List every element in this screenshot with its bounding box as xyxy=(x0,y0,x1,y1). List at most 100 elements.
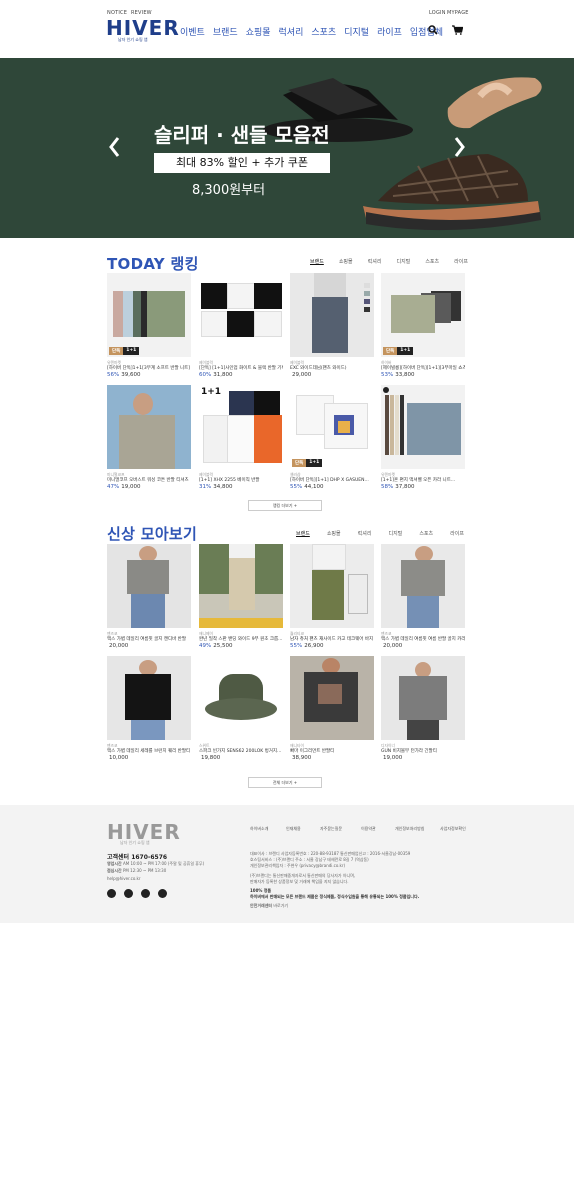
newarrivals-more-button[interactable]: 전체 더보기 + xyxy=(248,777,322,788)
mypage-link[interactable]: MYPAGE xyxy=(447,10,469,16)
product-price: 10,000 xyxy=(109,755,129,761)
product-thumb: 1+1 xyxy=(199,385,283,469)
new-tab-sports[interactable]: 스포츠 xyxy=(419,530,433,537)
product-name: [하이버 단독]1+1[3무계 소프트 반팔 니트] xyxy=(107,366,191,371)
hero-price: 8,300원부터 xyxy=(192,183,266,198)
product-name: 빠마 이그리먼트 반팔티 xyxy=(290,749,335,754)
ranking-more-button[interactable]: 랭킹 더보기 + xyxy=(248,500,322,511)
product-card[interactable]: 단독 1+1 하이버 [제이빌릉][하이버 단독][1+1][3부마일 쇼츠] 5… xyxy=(381,273,465,378)
ranking-tab-life[interactable]: 라이프 xyxy=(454,258,468,265)
product-card[interactable]: 미니멀코프 미니멀코프 오버스트 워싱 코튼 반팔 티셔츠 47% 19,000 xyxy=(107,385,191,490)
product-card[interactable]: 1+1 제이블럭 [1+1] XHX 2255 베이직 반팔 31% 34,800 xyxy=(199,385,283,490)
product-price: 58% 37,800 xyxy=(381,484,415,490)
footer-link-faq[interactable]: 자주묻는질문 xyxy=(320,826,342,832)
woven-sandal-image xyxy=(363,154,541,231)
ranking-tab-brand[interactable]: 브랜드 xyxy=(310,258,324,265)
new-tab-shoppingmall[interactable]: 쇼핑몰 xyxy=(327,530,341,537)
product-card[interactable]: 애니타이 빠마 이그리먼트 반팔티 38,900 xyxy=(290,656,374,761)
nav-life[interactable]: 라이프 xyxy=(377,25,402,38)
product-card[interactable]: 퀄리티코 남자 츄처 팬츠 재사이드 카고 테크웨어 바지 55% 26,900 xyxy=(290,544,374,649)
hero-banner[interactable]: 슬리퍼 · 샌들 모음전 최대 83% 할인 + 추가 쿠폰 8,300원부터 xyxy=(0,58,574,238)
facebook-icon[interactable] xyxy=(107,889,116,898)
product-card[interactable]: 단독 1+1 셀러샵 [하이버 단독][1+1] DHP X GASUEN... … xyxy=(290,385,374,490)
product-thumb xyxy=(199,544,283,628)
ranking-tabs: 브랜드 쇼핑몰 럭셔리 디지털 스포츠 라이프 xyxy=(310,258,468,265)
product-price: 49% 25,500 xyxy=(199,643,233,649)
nav-shoppingmall[interactable]: 쇼핑몰 xyxy=(246,25,271,38)
product-price: 55% 26,900 xyxy=(290,643,324,649)
kakao-icon[interactable] xyxy=(124,889,133,898)
nav-brand[interactable]: 브랜드 xyxy=(213,25,238,38)
product-card[interactable]: 단독 1+1 유텐마켓 [하이버 단독]1+1[3무계 소프트 반팔 니트] 56… xyxy=(107,273,191,378)
safe-trade-center[interactable]: 안전거래센터 바로가기 xyxy=(250,903,288,909)
product-name: 스파크 빈가지 SENS62 200LOK 벙거지... xyxy=(199,749,282,754)
badge-row: 단독 1+1 xyxy=(292,459,323,467)
prev-arrow-icon[interactable] xyxy=(108,136,120,158)
ranking-tab-shoppingmall[interactable]: 쇼핑몰 xyxy=(339,258,353,265)
product-name: EXC 와이드데님(팬츠 와이드) xyxy=(290,366,347,371)
new-tab-luxury[interactable]: 럭셔리 xyxy=(358,530,372,537)
login-link[interactable]: LOGIN xyxy=(429,10,446,16)
product-card[interactable]: 디자이너 GUN 비지볼부 턴가라 긴팔티 19,000 xyxy=(381,656,465,761)
product-name: [단독] [1+1]사인업 화이트 & 블랙 반팔 기획 xyxy=(199,366,283,371)
product-name: 완년 밀착 스판 밴딩 와이드 9부 원초 크롭... xyxy=(199,637,283,642)
guarantee-text: 하이버에서 판매되는 모든 브랜드 제품은 정식제품, 정식수입원을 통해 유통… xyxy=(250,894,420,899)
instagram-icon[interactable] xyxy=(141,889,150,898)
logo-subtitle: 남자 인기 쇼핑 앱 xyxy=(118,37,148,42)
hours-weekday: 영업시간 AM 10:00 ~ PM 17:00 (주말 및 공휴일 휴무) xyxy=(107,861,205,866)
product-card[interactable]: 유텐마켓 [1+1]흔 편지 맥셔벨 오픈 카라 니트... 58% 37,800 xyxy=(381,385,465,490)
ranking-tab-luxury[interactable]: 럭셔리 xyxy=(368,258,382,265)
nav-sports[interactable]: 스포츠 xyxy=(311,25,336,38)
nav-digital[interactable]: 디지털 xyxy=(344,25,369,38)
product-thumb xyxy=(107,656,191,740)
product-price: 60% 31,800 xyxy=(199,372,233,378)
product-card[interactable]: 스위트 스파크 빈가지 SENS62 200LOK 벙거지... 19,800 xyxy=(199,656,283,761)
product-thumb: 단독 1+1 xyxy=(107,273,191,357)
blog-icon[interactable] xyxy=(158,889,167,898)
product-name: 맥스 가볍 데일리 여름핏 여름 반팔 골지 카라 xyxy=(381,637,465,642)
product-thumb: 단독 1+1 xyxy=(381,273,465,357)
footer-link-terms[interactable]: 이용약관 xyxy=(361,826,376,832)
new-tab-brand[interactable]: 브랜드 xyxy=(296,530,310,537)
product-card[interactable]: 제이블럭 EXC 와이드데님(팬츠 와이드) 29,000 xyxy=(290,273,374,378)
product-card[interactable]: 애니메이 완년 밀착 스판 밴딩 와이드 9부 원초 크롭... 49% 25,5… xyxy=(199,544,283,649)
nav-event[interactable]: 이벤트 xyxy=(180,25,205,38)
hours-lunch: 점심시간 PM 12:30 ~ PM 13:30 xyxy=(107,868,167,873)
product-card[interactable]: 제이블럭 [단독] [1+1]사인업 화이트 & 블랙 반팔 기획 60% 31,… xyxy=(199,273,283,378)
footer-link-about[interactable]: 하이버소개 xyxy=(250,826,268,832)
product-thumb xyxy=(199,656,283,740)
cs-phone: 고객센터 1670-6576 xyxy=(107,854,168,861)
badge-row: 단독 1+1 xyxy=(109,347,140,355)
product-name: 미니멀코프 오버스트 워싱 코튼 반팔 티셔츠 xyxy=(107,478,189,483)
nav-vendors[interactable]: 입점업체 xyxy=(410,25,443,38)
product-price: 38,900 xyxy=(292,755,312,761)
search-icon[interactable] xyxy=(428,25,438,35)
badge-row: 단독 1+1 xyxy=(383,347,414,355)
product-name: 맥스 가볍 데일리 세레를 브런치 퀘리 반팔티 xyxy=(107,749,191,754)
ranking-tab-digital[interactable]: 디지털 xyxy=(396,258,410,265)
footer-link-business-info[interactable]: 사업자정보확인 xyxy=(440,826,466,832)
product-price: 29,000 xyxy=(292,372,312,378)
product-thumb xyxy=(107,544,191,628)
ranking-title: TODAY 랭킹 xyxy=(107,255,199,273)
nav-luxury[interactable]: 럭셔리 xyxy=(279,25,304,38)
product-price: 56% 39,600 xyxy=(107,372,141,378)
new-tab-life[interactable]: 라이프 xyxy=(450,530,464,537)
ranking-tab-sports[interactable]: 스포츠 xyxy=(425,258,439,265)
cart-icon[interactable] xyxy=(452,25,463,35)
footer-link-privacy[interactable]: 개인정보처리방침 xyxy=(395,826,424,832)
new-tab-digital[interactable]: 디지털 xyxy=(388,530,402,537)
product-price: 47% 19,000 xyxy=(107,484,141,490)
notice-line: 판매자가 등록한 상품정보 및 거래에 책임을 지지 않습니다. xyxy=(250,879,349,884)
product-name: [제이빌릉][하이버 단독][1+1][3부마일 쇼츠] xyxy=(381,366,465,371)
footer-link-careers[interactable]: 인재채용 xyxy=(286,826,301,832)
next-arrow-icon[interactable] xyxy=(454,136,466,158)
product-price: 19,000 xyxy=(383,755,403,761)
product-thumb xyxy=(199,273,283,357)
product-card[interactable]: 맨즈코 맥스 가볍 데일리 세레를 브런치 퀘리 반팔티 10,000 xyxy=(107,656,191,761)
product-thumb xyxy=(381,385,465,469)
product-name: [1+1] XHX 2255 베이직 반팔 xyxy=(199,478,260,483)
logo[interactable]: HIVER xyxy=(106,18,180,38)
product-card[interactable]: 맨즈코 맥스 가볍 데일리 여름핏 골지 캔디바 반팔 20,000 xyxy=(107,544,191,649)
product-card[interactable]: 맨즈코 맥스 가볍 데일리 여름핏 여름 반팔 골지 카라 20,000 xyxy=(381,544,465,649)
